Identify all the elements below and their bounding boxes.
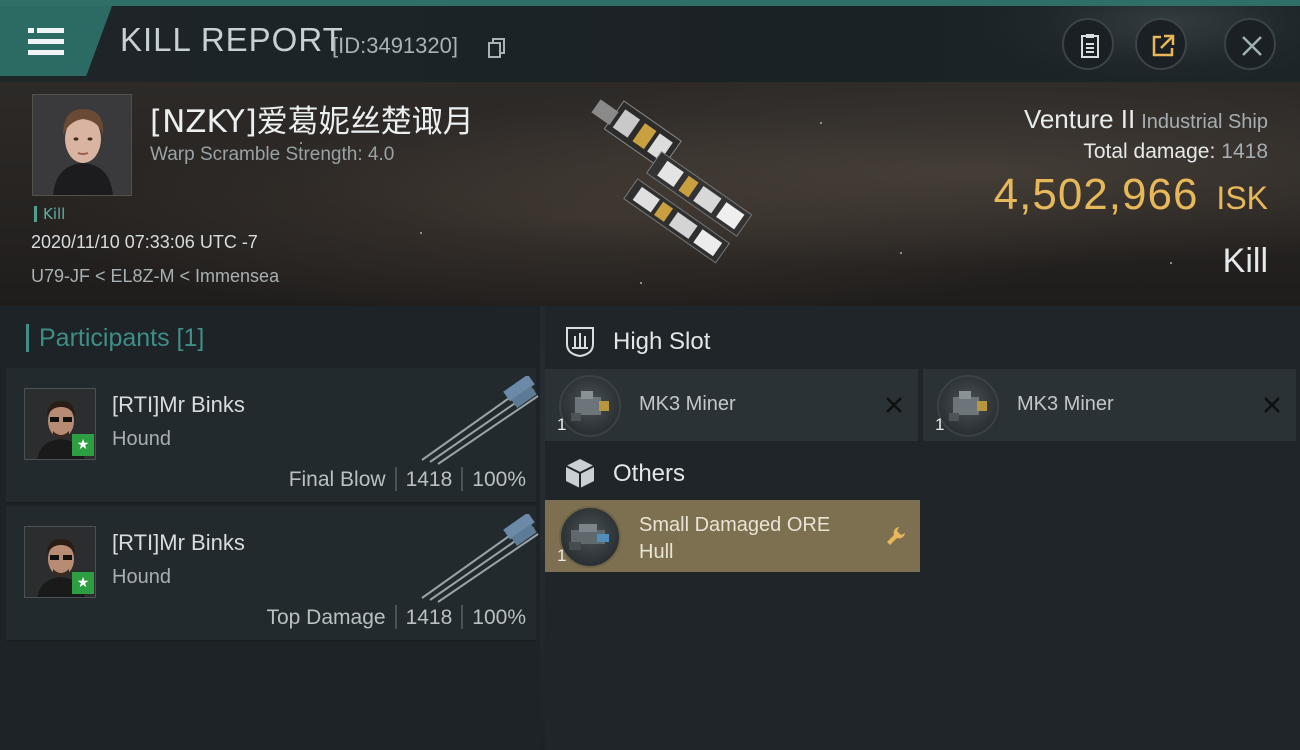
kill-timestamp: 2020/11/10 07:33:06 UTC -7 [31, 232, 258, 252]
module-quantity: 1 [557, 546, 567, 565]
weapon-image [416, 374, 540, 466]
fitting-panel: High Slot 1 MK3 Miner 1 MK3 Miner Others… [545, 306, 1300, 750]
miner-module-icon [937, 375, 999, 437]
high-slot-title: High Slot [613, 328, 711, 355]
cargo-box-icon [563, 456, 597, 490]
victim-banner: [NZKY]爱葛妮丝楚诹月 Warp Scramble Strength: 4.… [0, 82, 1300, 306]
weapon-image [416, 512, 540, 604]
star-dot [900, 252, 902, 254]
report-id: [ID:3491320] [332, 33, 458, 58]
kill-location[interactable]: U79-JF < EL8Z-M < Immensea [31, 266, 279, 287]
module-name: MK3 Miner [639, 393, 736, 415]
victim-name[interactable]: [NZKY]爱葛妮丝楚诹月 [150, 96, 474, 141]
star-dot [820, 122, 822, 124]
isk-value: 4,502,966 [993, 170, 1199, 219]
menu-icon [28, 28, 64, 55]
module-name: MK3 Miner [1017, 393, 1114, 415]
destroyed-x-icon [1262, 395, 1282, 415]
module-quantity: 1 [935, 415, 945, 434]
participant-stats: Final Blow 1418 100% [289, 467, 526, 492]
kill-tag: Kill [34, 206, 65, 222]
high-slot-header: High Slot [545, 310, 1300, 372]
star-dot [1170, 262, 1172, 264]
participant-damage: 1418 [405, 468, 453, 491]
clipboard-icon [1081, 34, 1099, 58]
participant-stats: Top Damage 1418 100% [266, 605, 526, 630]
menu-button[interactable] [0, 6, 112, 76]
clipboard-button[interactable] [1062, 18, 1114, 70]
share-button[interactable] [1135, 18, 1187, 70]
page-title: KILL REPORT [120, 21, 344, 58]
participant-name[interactable]: [RTI]Mr Binks [112, 392, 245, 418]
victim-ship-image[interactable] [535, 96, 775, 296]
participant-row[interactable]: ★ [RTI]Mr Binks Hound Top Damage 1418 100% [6, 506, 539, 642]
victim-portrait[interactable] [32, 94, 132, 196]
ship-class: Industrial Ship [1141, 111, 1268, 133]
divider [461, 605, 464, 629]
isk-unit: ISK [1216, 180, 1268, 216]
divider [394, 605, 397, 629]
participants-panel: Participants [1] ★ [RTI]Mr Binks Hound F… [0, 306, 540, 750]
total-damage-label: Total damage: [1083, 140, 1216, 163]
miner-module-icon [559, 375, 621, 437]
others-title: Others [613, 460, 686, 487]
ship-name[interactable]: Venture II [1024, 104, 1135, 134]
close-button[interactable] [1224, 18, 1276, 70]
participant-percent: 100% [472, 606, 526, 629]
hull-module-icon [559, 506, 621, 568]
high-slot-icon [563, 324, 597, 358]
ally-star-icon: ★ [72, 434, 94, 456]
copy-icon[interactable] [488, 38, 506, 58]
kill-report-screen: KILL REPORT [ID:3491320] [NZKY]爱葛妮丝楚诹月 W… [0, 0, 1300, 750]
others-header: Others [545, 442, 1300, 504]
isk-value-line: 4,502,966 ISK [994, 170, 1268, 220]
participant-ship[interactable]: Hound [112, 566, 171, 589]
participant-name[interactable]: [RTI]Mr Binks [112, 530, 245, 556]
participant-row[interactable]: ★ [RTI]Mr Binks Hound Final Blow 1418 100% [6, 368, 539, 504]
share-icon [1152, 34, 1175, 57]
kill-result: Kill [1222, 242, 1268, 280]
participant-percent: 100% [472, 468, 526, 491]
module-name: Small Damaged ORE Hull [639, 514, 831, 563]
module-item[interactable]: 1 MK3 Miner [923, 369, 1296, 441]
participant-role: Top Damage [266, 606, 386, 629]
module-quantity: 1 [557, 415, 567, 434]
divider [461, 467, 464, 491]
destroyed-x-icon [884, 395, 904, 415]
participants-heading: Participants [1] [26, 324, 204, 352]
total-damage-value: 1418 [1221, 140, 1268, 163]
ally-star-icon: ★ [72, 572, 94, 594]
warp-scramble-strength: Warp Scramble Strength: 4.0 [150, 144, 395, 165]
module-item[interactable]: 1 MK3 Miner [545, 369, 918, 441]
header-bar: KILL REPORT [ID:3491320] [0, 6, 1300, 88]
ship-type-line: Venture II Industrial Ship [1024, 104, 1268, 135]
participant-damage: 1418 [405, 606, 453, 629]
participant-ship[interactable]: Hound [112, 428, 171, 451]
star-dot [420, 232, 422, 234]
module-item[interactable]: 1 Small Damaged ORE Hull [545, 500, 920, 572]
participant-role: Final Blow [288, 468, 386, 491]
wrench-icon [884, 524, 908, 548]
total-damage: Total damage: 1418 [1083, 140, 1268, 164]
close-icon [1242, 36, 1262, 56]
divider [394, 467, 397, 491]
